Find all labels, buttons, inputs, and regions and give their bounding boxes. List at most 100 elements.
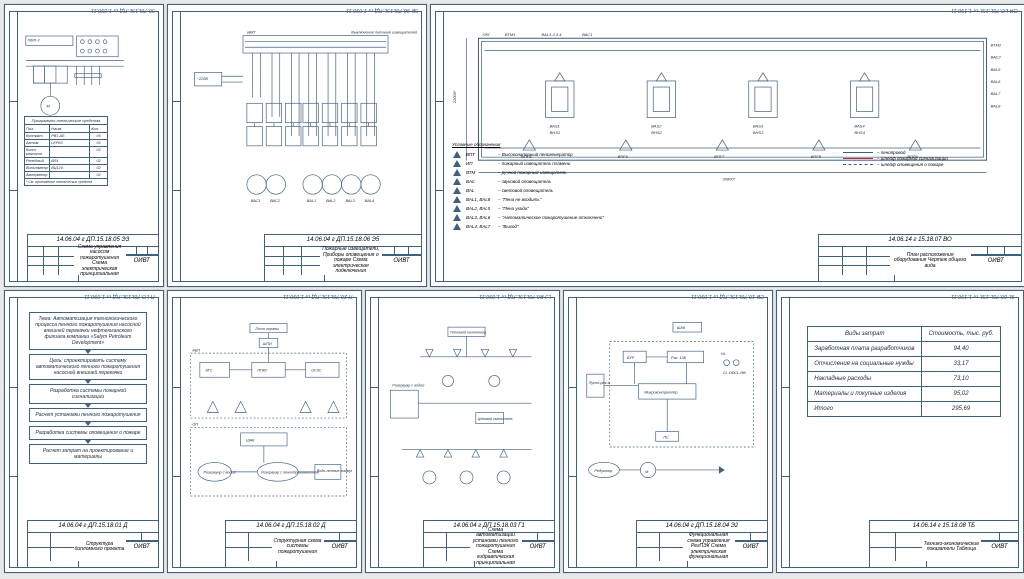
svg-text:вВКГ: вВКГ	[247, 31, 257, 35]
step-box: Расчет установки пенного пожаротушения	[29, 408, 148, 422]
sheet-01: П LO.78L15L.ПД т 1.090.11 Тема: Автомати…	[4, 290, 164, 573]
svg-text:ВАL7: ВАL7	[991, 91, 1002, 96]
sheet-07: ОЯ LO.78L.15L т 1.190.11 ВАS1ВHS1ВАS2ВHS…	[430, 4, 1024, 287]
table-row: Заработная плата разработчиков94,40	[808, 342, 1001, 357]
svg-text:БУР: БУР	[627, 356, 635, 360]
goal-box: Цель: спроектировать систему автоматичес…	[29, 354, 148, 380]
step-box: Разработка системы оповещения о пожаре	[29, 426, 148, 440]
svg-text:Водо-пенные коммуникации: Водо-пенные коммуникации	[317, 469, 352, 473]
sheet-03: LJ E0.78L15L.ПД т 1.090.11 Резервуар с в…	[365, 290, 560, 573]
svg-text:Резервуар с пенообразователем: Резервуар с пенообразователем	[261, 471, 319, 475]
binding-strip	[172, 11, 180, 282]
svg-text:Редуктор: Редуктор	[594, 469, 612, 473]
cost-table: Виды затрат Стоимость, тыс. руб. Заработ…	[807, 326, 1001, 417]
svg-text:ВАС2: ВАС2	[270, 199, 281, 203]
svg-text:ОП: ОП	[192, 422, 198, 426]
svg-text:ВАС1: ВАС1	[251, 199, 261, 203]
hydraulic-diagram: Резервуар с водой Тепловой коллектор Цех…	[383, 306, 550, 519]
svg-text:ШПИ: ШПИ	[263, 342, 272, 346]
svg-text:Резервуар с водой: Резервуар с водой	[204, 471, 236, 475]
sheet-08: 9L 80.78L.15L т 1.190.11 Виды затрат Сто…	[776, 290, 1024, 573]
svg-text:Пуско-рег-я: Пуско-рег-я	[589, 381, 610, 385]
legend-item: ИП– пожарный извещатель пламени	[452, 159, 813, 167]
svg-text:ВАL6: ВАL6	[991, 79, 1002, 84]
step-box: Расчет затрат на проектирование и матери…	[29, 444, 148, 464]
svg-text:ВАL5: ВАL5	[991, 67, 1002, 72]
svg-text:ПС: ПС	[663, 435, 669, 439]
cost-col-name: Виды затрат	[808, 327, 922, 342]
sheet-06: 5Е 90.78L15L.ПД т 1.090.11 вВКГ Выключен…	[167, 4, 427, 287]
legend-item: ВАL2, ВАL5– "Пена уходи"	[452, 204, 813, 212]
svg-text:Резервуар с водой: Резервуар с водой	[392, 384, 424, 388]
svg-text:Тепловой коллектор: Тепловой коллектор	[450, 331, 486, 335]
svg-text:ВHS3: ВHS3	[753, 130, 764, 135]
svg-text:CL-HD: CL-HD	[723, 371, 735, 375]
plan-legend: Условные обозначения ВПТ– Высоконапорный…	[452, 142, 1013, 231]
svg-text:ППКУ: ППКУ	[257, 369, 268, 373]
step-box: Разработка системы пожарной сигнализации	[29, 384, 148, 404]
svg-text:ШАК: ШАК	[677, 326, 686, 330]
svg-text:12000*: 12000*	[452, 90, 457, 103]
svg-text:ВHS4: ВHS4	[854, 130, 865, 135]
drawing-frame: ПМЛ-3	[17, 11, 159, 282]
svg-text:ВАС1: ВАС1	[582, 32, 592, 37]
svg-text:ОУЭС: ОУЭС	[311, 369, 322, 373]
legend-item: ВАL– световой оповещатель	[452, 186, 813, 194]
svg-text:ВАS2: ВАS2	[651, 124, 662, 129]
legend-item: ВАL3, ВАL6– "Автоматическое пожаротушени…	[452, 213, 813, 221]
binding-strip	[435, 11, 443, 282]
svg-text:ВHS1: ВHS1	[550, 130, 561, 135]
theme-box: Тема: Автоматизация технологического про…	[29, 312, 148, 350]
legend-item: ВАL1, ВАL8– "Пена не входить"	[452, 195, 813, 203]
svg-text:Пост охраны: Пост охраны	[256, 327, 280, 331]
spec-title: Программно-технические средства	[25, 117, 107, 125]
svg-text:ВАL4: ВАL4	[365, 199, 374, 203]
functional-diagram: ШАК БУР Рэк. 13К HL CL-HD CL-HB Микрокон…	[581, 306, 763, 519]
svg-text:ВАС2: ВАС2	[991, 55, 1002, 60]
svg-text:АБП: АБП	[191, 348, 200, 352]
svg-text:ВТМ1: ВТМ1	[505, 32, 516, 37]
svg-text:ВАS1: ВАS1	[550, 124, 560, 129]
svg-text:ПМЛ-3: ПМЛ-3	[28, 39, 41, 43]
cost-table-area: Виды затрат Стоимость, тыс. руб. Заработ…	[794, 306, 1014, 519]
svg-text:ВТМ2: ВТМ2	[991, 42, 1002, 47]
svg-text:М: М	[645, 470, 649, 474]
legend-line: – шлейф пожарной сигнализации	[843, 156, 1013, 161]
title-block: 14.06.14 г 15.18.07 ВО План расположения…	[818, 234, 1021, 281]
svg-text:Микроконтроллер: Микроконтроллер	[644, 390, 677, 394]
binding-strip	[9, 11, 17, 282]
svg-text:Рэк. 13К: Рэк. 13К	[671, 356, 687, 360]
legend-line: – пенопровод	[843, 150, 1013, 155]
svg-text:HL: HL	[721, 352, 726, 356]
sheet-04: СЕ 10.78L15L.ПД т 1.090.11 ШАК БУР Рэк. …	[563, 290, 773, 573]
svg-text:ВАS3: ВАS3	[753, 124, 764, 129]
block-diagram-02: Пост охраны ШПИ АБП АТС ППКУ ОУЭС ОП	[185, 306, 352, 519]
svg-text:М: М	[47, 105, 51, 109]
svg-text:Цеховой смеситель: Цеховой смеситель	[478, 417, 513, 421]
table-row: Материалы и покупные изделия95,02	[808, 387, 1001, 402]
legend-item: ВПТ– Высоконапорный пеногенератор	[452, 150, 813, 158]
cost-col-value: Стоимость, тыс. руб.	[922, 327, 1000, 342]
legend-item: ВАL4, ВАL7– "Выход"	[452, 222, 813, 230]
table-row: Отчисления на социальные нужды33,17	[808, 357, 1001, 372]
svg-text:CL-HB: CL-HB	[734, 371, 746, 375]
svg-text:Выключение питания извещателей: Выключение питания извещателей	[351, 31, 417, 35]
schematic-05: ПМЛ-3	[22, 20, 154, 233]
legend-item: ВТМ– ручной пожарный извещатель	[452, 168, 813, 176]
title-block: 14.06.04 г ДП.15.18.05 ЭЗ Схема управлен…	[27, 234, 158, 281]
legend-item: ВАС– звуковой оповещатель	[452, 177, 813, 185]
row-2: П LO.78L15L.ПД т 1.090.11 Тема: Автомати…	[4, 290, 1024, 573]
svg-text:ВАL8: ВАL8	[991, 103, 1002, 108]
sheet-title: Схема управления насосом пожаротушения С…	[74, 244, 126, 279]
svg-text:ВHS2: ВHS2	[651, 130, 662, 135]
svg-text:ВАL1.2.3.4: ВАL1.2.3.4	[541, 32, 562, 37]
svg-text:ВАL1: ВАL1	[307, 199, 316, 203]
legend-line: – шлейф оповещения о пожаре	[843, 162, 1013, 167]
title-block: 14.06.04 г ДП.15.18.06 Э5 Пожарные извещ…	[264, 234, 421, 281]
sheet-02: П 20.78L15L.ПД т 1.090.11 Пост охраны ШП…	[167, 290, 362, 573]
drawing-set: 50.78L15L.ПД т 1.090.11 ПМЛ-3	[4, 4, 1020, 574]
svg-text:~220В: ~220В	[197, 77, 209, 81]
svg-text:АТС: АТС	[204, 369, 212, 373]
table-row: Накладные расходы73,10	[808, 372, 1001, 387]
sheet-05: 50.78L15L.ПД т 1.090.11 ПМЛ-3	[4, 4, 164, 287]
